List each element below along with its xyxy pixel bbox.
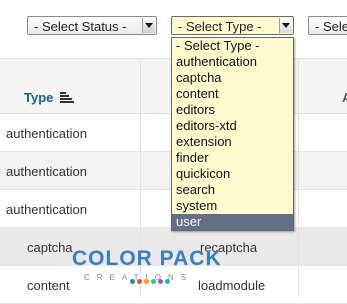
column-divider: [298, 58, 299, 297]
status-filter-select[interactable]: - Select Status -: [27, 16, 157, 35]
name-cell: loadmodule: [198, 278, 266, 293]
watermark-dots: [130, 271, 172, 284]
type-option[interactable]: - Select Type -: [172, 38, 293, 54]
chevron-down-icon[interactable]: [279, 18, 292, 33]
chevron-down-icon[interactable]: [142, 18, 155, 33]
type-option[interactable]: content: [172, 86, 293, 102]
type-option-selected[interactable]: user: [172, 214, 293, 230]
type-option[interactable]: system: [172, 198, 293, 214]
type-cell: authentication: [6, 164, 87, 179]
status-select-value: - Select Status -: [34, 19, 127, 34]
type-option[interactable]: search: [172, 182, 293, 198]
type-option[interactable]: extension: [172, 134, 293, 150]
type-option[interactable]: captcha: [172, 70, 293, 86]
sort-icon[interactable]: [60, 92, 74, 103]
type-column-header[interactable]: Type: [24, 90, 53, 105]
type-cell: captcha: [27, 240, 73, 255]
third-select-value: - Sele: [315, 19, 347, 34]
type-cell: content: [27, 278, 70, 293]
type-dropdown-list[interactable]: - Select Type - authentication captcha c…: [171, 37, 294, 231]
type-select-value: - Select Type -: [178, 19, 262, 34]
third-filter-select[interactable]: - Sele: [308, 16, 347, 35]
type-option[interactable]: editors-xtd: [172, 118, 293, 134]
watermark-logo: COLOR PACK CREATIONS: [72, 247, 222, 297]
type-option[interactable]: finder: [172, 150, 293, 166]
type-option[interactable]: editors: [172, 102, 293, 118]
type-option[interactable]: quickicon: [172, 166, 293, 182]
type-filter-select[interactable]: - Select Type -: [171, 16, 294, 35]
third-column-header[interactable]: A: [342, 90, 347, 105]
type-cell: authentication: [6, 202, 87, 217]
type-option[interactable]: authentication: [172, 54, 293, 70]
type-cell: authentication: [6, 126, 87, 141]
watermark-brand: COLOR PACK: [72, 247, 222, 270]
